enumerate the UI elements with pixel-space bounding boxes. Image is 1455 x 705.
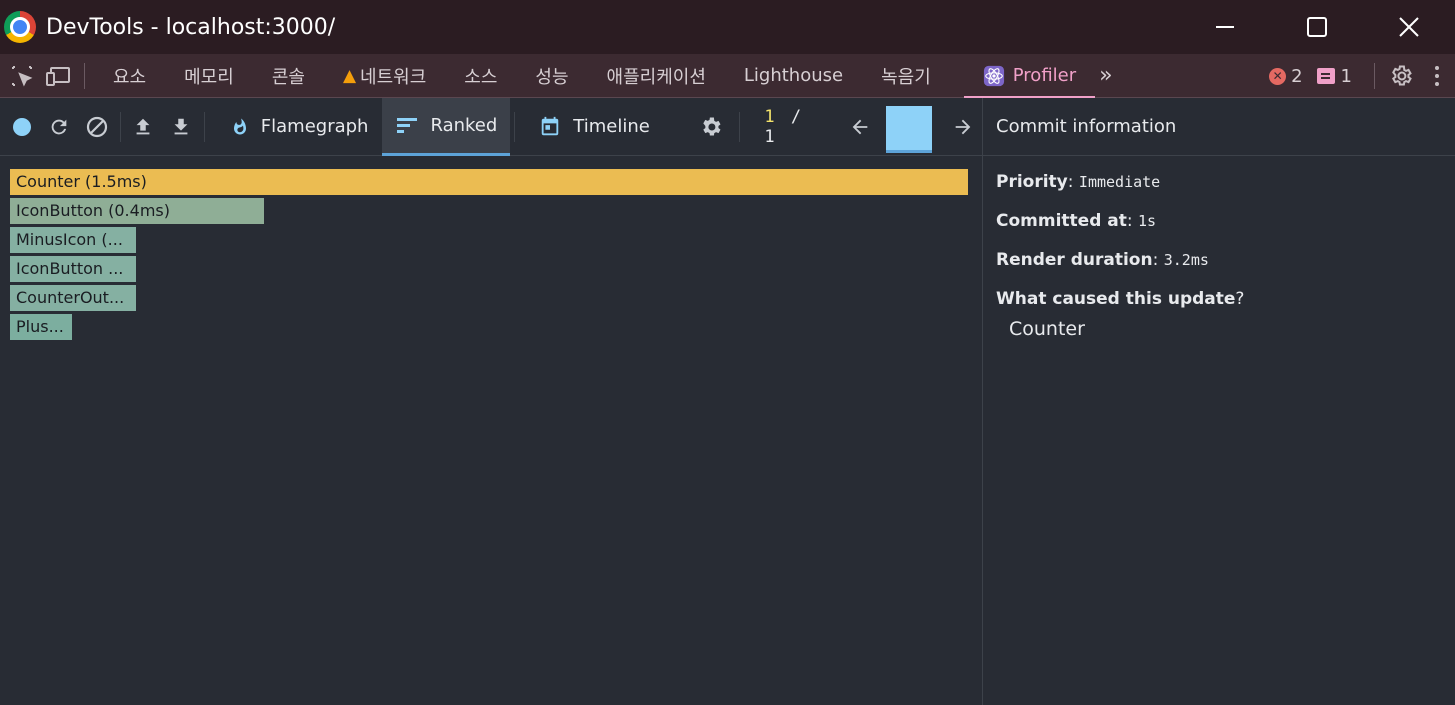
close-icon — [1399, 17, 1419, 37]
priority-row: Priority: Immediate — [996, 172, 1161, 192]
ranked-bar[interactable]: IconButton ... — [10, 256, 136, 282]
render-duration-row: Render duration: 3.2ms — [996, 250, 1209, 270]
window-title: DevTools - localhost:3000/ — [46, 14, 336, 40]
messages-badge[interactable]: 1 — [1316, 66, 1352, 87]
tab-sources[interactable]: 소스 — [445, 54, 516, 98]
flame-icon — [233, 118, 246, 134]
profiler-settings-button[interactable] — [692, 98, 730, 156]
maximize-icon — [1307, 17, 1327, 37]
tab-recorder[interactable]: 녹음기 — [862, 54, 950, 98]
divider — [119, 111, 121, 142]
record-icon — [12, 117, 31, 136]
minimize-icon — [1216, 26, 1234, 28]
tab-performance[interactable]: 성능 — [516, 54, 587, 98]
next-commit-button[interactable] — [944, 98, 982, 156]
update-cause-heading: What caused this update? — [996, 289, 1245, 309]
reload-and-profile-button[interactable] — [41, 98, 79, 156]
ranked-bar[interactable]: MinusIcon (... — [10, 227, 136, 253]
kebab-menu-icon — [1435, 66, 1439, 86]
warning-icon: ▲ — [342, 65, 357, 86]
tab-flamegraph[interactable]: Flamegraph — [209, 98, 383, 156]
update-cause-component[interactable]: Counter — [1009, 318, 1085, 340]
profiler-toolbar: Flamegraph Ranked Timeline 1 / 1 — [0, 97, 982, 156]
divider — [739, 111, 741, 142]
ranked-chart: Counter (1.5ms) IconButton (0.4ms) Minus… — [0, 156, 982, 705]
record-button[interactable] — [3, 98, 41, 156]
divider — [514, 111, 516, 142]
maximize-button[interactable] — [1271, 0, 1363, 54]
previous-commit-button[interactable] — [841, 98, 879, 156]
errors-badge[interactable]: ✕ 2 — [1269, 66, 1303, 87]
ranked-icon — [397, 118, 418, 133]
arrow-right-icon — [955, 119, 971, 134]
divider — [1374, 63, 1375, 89]
arrow-left-icon — [852, 119, 868, 134]
devtools-menu-button[interactable] — [1419, 54, 1455, 98]
gear-icon — [1392, 65, 1412, 86]
tab-network[interactable]: ▲ 네트워크 — [324, 54, 445, 98]
close-window-button[interactable] — [1363, 0, 1455, 54]
upload-icon — [137, 118, 150, 134]
gear-icon — [702, 117, 721, 135]
inspect-element-icon — [12, 65, 33, 86]
divider — [203, 111, 205, 142]
commit-info-panel: Commit information Priority: Immediate C… — [982, 98, 1455, 705]
ranked-bar[interactable]: IconButton (0.4ms) — [10, 198, 264, 224]
tab-timeline[interactable]: Timeline — [519, 98, 664, 156]
calendar-icon — [542, 116, 559, 135]
tab-elements[interactable]: 요소 — [93, 54, 165, 98]
inspect-element-button[interactable] — [4, 54, 40, 98]
minimize-button[interactable] — [1179, 0, 1271, 54]
tab-ranked[interactable]: Ranked — [382, 97, 511, 156]
commit-counter: 1 / 1 — [764, 106, 802, 147]
error-icon: ✕ — [1269, 67, 1287, 85]
status-group: ✕ 2 1 — [1269, 54, 1455, 98]
reload-icon — [51, 119, 67, 134]
devtools-settings-button[interactable] — [1383, 54, 1419, 98]
window-controls — [1179, 0, 1455, 54]
ranked-bar[interactable]: Plus... — [10, 314, 72, 340]
more-tabs-icon[interactable]: » — [1099, 63, 1112, 88]
committed-at-row: Committed at: 1s — [996, 211, 1157, 231]
chrome-logo-icon — [4, 11, 36, 43]
devtools-tab-strip: 요소 메모리 콘솔 ▲ 네트워크 소스 성능 애플리케이션 Lighthouse … — [0, 54, 1455, 98]
tab-lighthouse[interactable]: Lighthouse — [725, 54, 862, 98]
commit-selector[interactable] — [886, 101, 933, 153]
react-icon — [983, 65, 1004, 86]
download-icon — [174, 118, 188, 134]
commit-bar[interactable] — [886, 105, 933, 150]
tab-memory[interactable]: 메모리 — [165, 54, 253, 98]
ranked-bar[interactable]: Counter (1.5ms) — [10, 169, 968, 195]
message-icon — [1316, 68, 1335, 84]
device-toolbar-button[interactable] — [40, 54, 76, 98]
divider — [84, 62, 85, 89]
ranked-bar[interactable]: CounterOut... — [10, 285, 136, 311]
tab-application[interactable]: 애플리케이션 — [588, 54, 725, 98]
save-profile-button[interactable] — [162, 98, 200, 156]
tab-profiler[interactable]: Profiler — [963, 54, 1096, 98]
device-toggle-icon — [46, 66, 70, 86]
clear-icon — [86, 116, 108, 137]
load-profile-button[interactable] — [125, 98, 163, 156]
tab-console[interactable]: 콘솔 — [253, 54, 324, 98]
clear-profiling-button[interactable] — [78, 98, 116, 156]
window-title-bar: DevTools - localhost:3000/ — [0, 0, 1455, 54]
panel-title: Commit information — [983, 98, 1455, 156]
